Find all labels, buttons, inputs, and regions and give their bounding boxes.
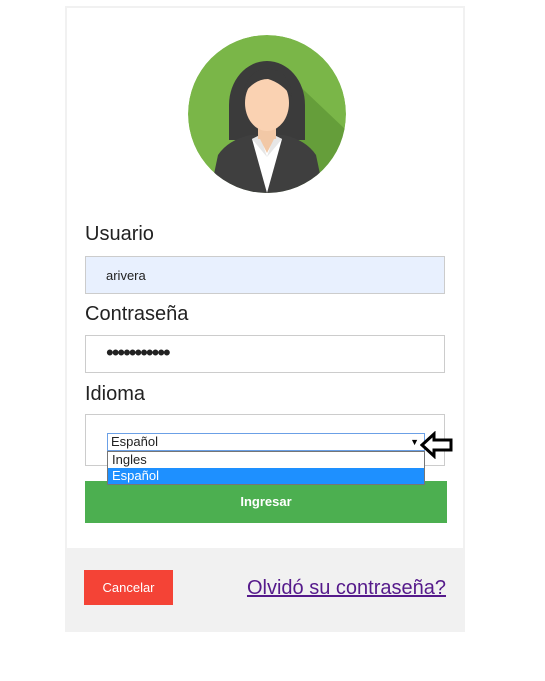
submit-button[interactable]: Ingresar	[85, 481, 447, 523]
language-dropdown-list: Ingles Español	[107, 451, 425, 485]
login-card: Usuario arivera Contraseña ••••••••••• I…	[65, 6, 465, 632]
language-option-espanol[interactable]: Español	[108, 468, 424, 484]
login-form: Usuario arivera Contraseña ••••••••••• I…	[65, 6, 465, 550]
password-input[interactable]: •••••••••••	[85, 335, 445, 373]
dropdown-triangle-icon: ▼	[410, 437, 419, 447]
cancel-button[interactable]: Cancelar	[84, 570, 173, 605]
language-label: Idioma	[85, 383, 146, 405]
password-label: Contraseña	[85, 303, 189, 325]
language-option-ingles[interactable]: Ingles	[108, 452, 424, 468]
forgot-password-link[interactable]: Olvidó su contraseña?	[247, 577, 446, 600]
left-arrow-icon	[420, 431, 453, 459]
user-avatar-icon	[188, 35, 346, 193]
language-selected-value: Español	[111, 434, 158, 449]
username-label: Usuario	[85, 223, 154, 245]
username-input[interactable]: arivera	[85, 256, 445, 294]
language-select[interactable]: Español ▼	[107, 433, 425, 451]
